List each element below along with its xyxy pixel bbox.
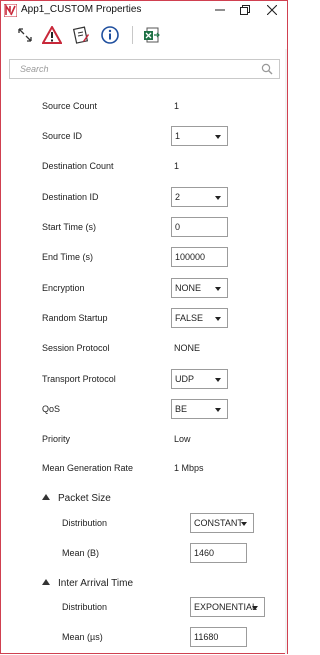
collapse-triangle-icon[interactable] [42,494,50,501]
close-icon[interactable] [258,2,286,18]
packet-size-title: Packet Size [58,493,111,504]
destination-count-label: Destination Count [42,161,114,171]
toolbar-separator [132,26,133,44]
search-icon[interactable] [261,63,273,77]
inter-arrival-distribution-label: Distribution [62,602,108,612]
packet-size-distribution-dropdown[interactable]: CONSTANT [190,513,254,533]
info-icon[interactable] [99,24,121,46]
mean-generation-rate-label: Mean Generation Rate [42,463,134,473]
source-id-value: 1 [175,131,181,141]
priority-value: Low [174,434,191,444]
chevron-down-icon [215,408,221,412]
inter-arrival-time-section-header[interactable]: Inter Arrival Time [42,578,133,589]
app-logo-icon [3,3,18,18]
transport-protocol-dropdown[interactable]: UDP [171,369,228,389]
mean-generation-rate-value: 1 Mbps [174,463,204,473]
destination-count-value: 1 [174,161,180,171]
end-time-value: 100000 [175,252,206,262]
encryption-value: NONE [175,283,202,293]
packet-size-distribution-label: Distribution [62,518,108,528]
start-time-field[interactable]: 0 [171,217,228,237]
minimize-icon[interactable] [206,2,234,18]
priority-label: Priority [42,434,71,444]
restore-icon[interactable] [231,2,259,18]
source-id-dropdown[interactable]: 1 [171,126,228,146]
encryption-label: Encryption [42,283,85,293]
packet-size-mean-label: Mean (B) [62,548,100,558]
expand-arrows-icon[interactable] [14,24,36,46]
packet-size-section-header[interactable]: Packet Size [42,493,111,504]
search-input[interactable] [10,60,260,78]
toolbar [1,21,287,49]
transport-protocol-value: UDP [175,374,195,384]
start-time-label: Start Time (s) [42,222,97,232]
window-title: App1_CUSTOM Properties [21,4,142,15]
packet-size-mean-value: 1460 [194,548,215,558]
chevron-down-icon [215,317,221,321]
packet-size-distribution-value: CONSTANT [194,518,243,528]
properties-window: App1_CUSTOM Properties Search Source Cou… [0,0,288,654]
destination-id-dropdown[interactable]: 2 [171,187,228,207]
search-box[interactable] [9,59,280,79]
inter-arrival-distribution-dropdown[interactable]: EXPONENTIAL [190,597,265,617]
source-count-value: 1 [174,101,180,111]
start-time-value: 0 [175,222,181,232]
inter-arrival-mean-label: Mean (µs) [62,632,103,642]
chevron-down-icon [252,606,258,610]
end-time-label: End Time (s) [42,252,94,262]
source-count-label: Source Count [42,101,98,111]
qos-value: BE [175,404,188,414]
warning-icon[interactable] [41,24,63,46]
destination-id-label: Destination ID [42,192,99,202]
random-startup-value: FALSE [175,313,204,323]
end-time-field[interactable]: 100000 [171,247,228,267]
chevron-down-icon [241,522,247,526]
random-startup-label: Random Startup [42,313,108,323]
collapse-triangle-icon[interactable] [42,579,50,586]
session-protocol-label: Session Protocol [42,343,110,353]
destination-id-value: 2 [175,192,181,202]
qos-dropdown[interactable]: BE [171,399,228,419]
title-bar[interactable]: App1_CUSTOM Properties [1,1,287,20]
export-excel-icon[interactable] [141,24,163,46]
encryption-dropdown[interactable]: NONE [171,278,228,298]
source-id-label: Source ID [42,131,83,141]
chevron-down-icon [215,196,221,200]
chevron-down-icon [215,378,221,382]
inter-arrival-mean-value: 11680 [194,632,219,642]
packet-size-mean-field[interactable]: 1460 [190,543,247,563]
edit-document-icon[interactable] [70,24,92,46]
session-protocol-value: NONE [174,343,201,353]
transport-protocol-label: Transport Protocol [42,374,116,384]
inter-arrival-time-title: Inter Arrival Time [58,578,134,589]
chevron-down-icon [215,287,221,291]
inter-arrival-mean-field[interactable]: 11680 [190,627,247,647]
random-startup-dropdown[interactable]: FALSE [171,308,228,328]
qos-label: QoS [42,404,61,414]
inter-arrival-distribution-value: EXPONENTIAL [194,602,258,612]
chevron-down-icon [215,135,221,139]
scrollbar[interactable] [285,49,287,654]
